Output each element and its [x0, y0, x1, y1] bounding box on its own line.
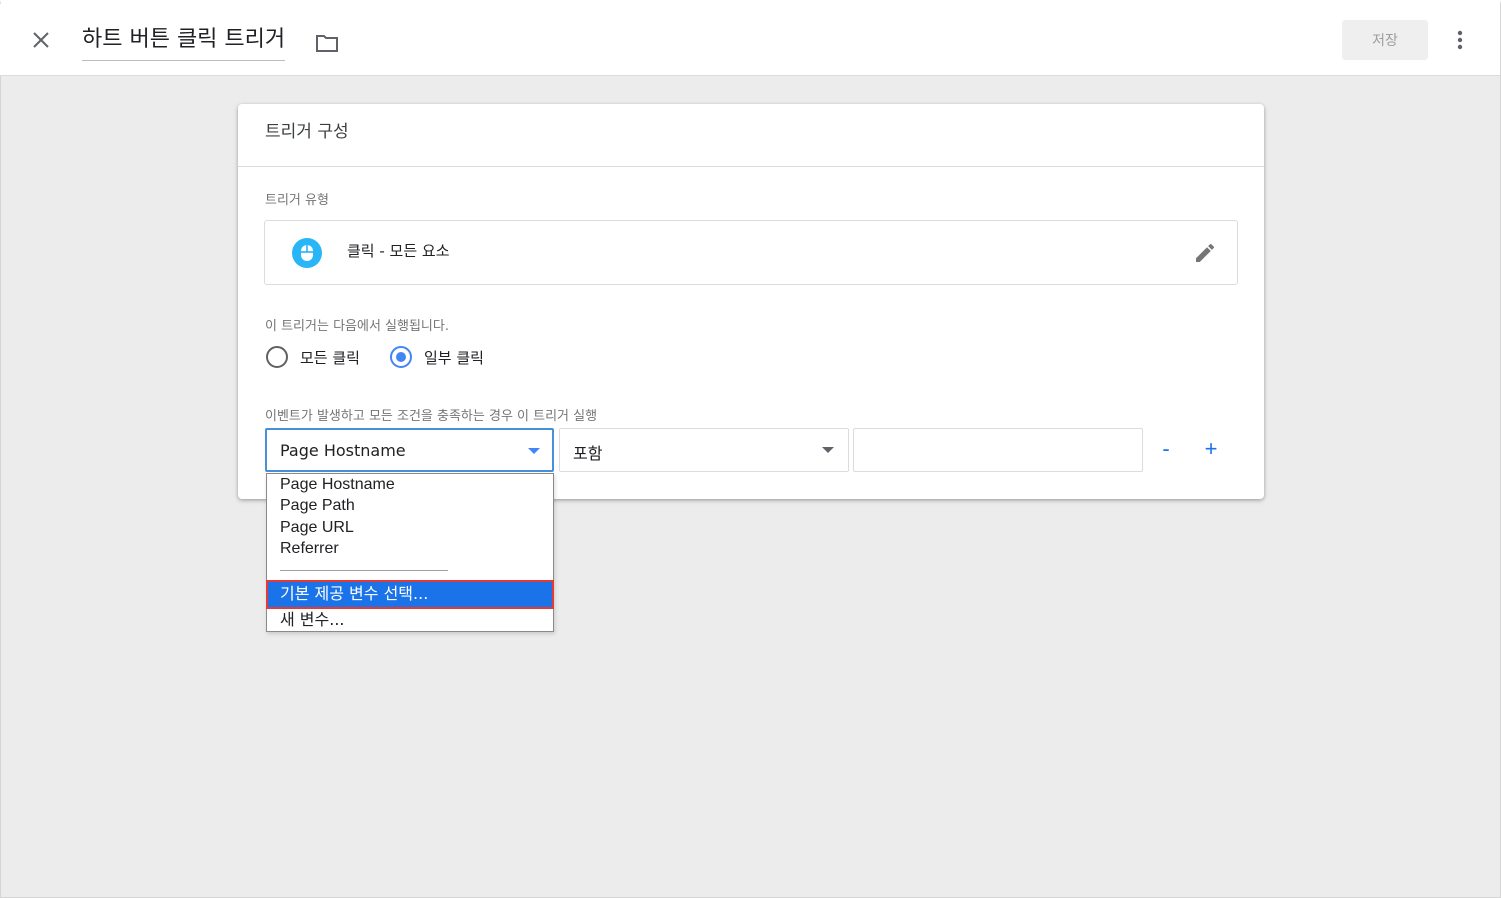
condition-value-input[interactable] — [853, 428, 1143, 472]
operator-select[interactable]: 포함 — [559, 428, 849, 472]
card-heading: 트리거 구성 — [238, 104, 1264, 167]
radio-all-clicks[interactable] — [266, 346, 288, 368]
trigger-config-card: 트리거 구성 트리거 유형 클릭 - 모든 요소 이 트리거는 다음에서 실행됩… — [238, 104, 1264, 499]
remove-condition-button[interactable]: - — [1153, 436, 1179, 462]
trigger-type-label: 트리거 유형 — [265, 193, 329, 208]
variable-dropdown-list: Page Hostname Page Path Page URL Referre… — [266, 473, 554, 632]
variable-select-value: Page Hostname — [280, 441, 406, 460]
dropdown-option-page-path[interactable]: Page Path — [267, 495, 553, 517]
dropdown-option-builtin-variables[interactable]: 기본 제공 변수 선택... — [266, 580, 554, 609]
radio-all-clicks-label: 모든 클릭 — [300, 348, 360, 367]
radio-some-clicks-label: 일부 클릭 — [423, 348, 484, 367]
chevron-down-icon — [822, 447, 834, 453]
mouse-icon — [292, 238, 322, 268]
add-condition-button[interactable]: + — [1198, 436, 1224, 462]
condition-label: 이벤트가 발생하고 모든 조건을 충족하는 경우 이 트리거 실행 — [265, 409, 598, 424]
top-bar: 하트 버튼 클릭 트리거 저장 — [0, 4, 1500, 76]
dropdown-option-page-url[interactable]: Page URL — [267, 517, 553, 539]
trigger-type-box[interactable]: 클릭 - 모든 요소 — [264, 220, 1238, 285]
variable-select[interactable]: Page Hostname — [265, 428, 554, 472]
radio-some-clicks[interactable] — [389, 346, 412, 368]
more-vert-icon[interactable] — [1448, 26, 1472, 54]
pencil-icon[interactable] — [1193, 241, 1217, 265]
dropdown-option-referrer[interactable]: Referrer — [267, 538, 553, 560]
dropdown-option-page-hostname[interactable]: Page Hostname — [267, 474, 553, 496]
trigger-name-title[interactable]: 하트 버튼 클릭 트리거 — [82, 24, 286, 61]
operator-select-value: 포함 — [573, 444, 603, 463]
fires-on-label: 이 트리거는 다음에서 실행됩니다. — [265, 319, 449, 334]
trigger-type-value: 클릭 - 모든 요소 — [347, 242, 450, 260]
dropdown-option-new-variable[interactable]: 새 변수... — [267, 609, 553, 631]
chevron-down-icon — [528, 448, 540, 454]
dropdown-divider — [280, 570, 448, 571]
save-button[interactable]: 저장 — [1342, 20, 1428, 60]
fires-on-radio-group: 모든 클릭 일부 클릭 — [266, 346, 514, 368]
close-icon[interactable] — [27, 26, 55, 54]
folder-icon[interactable] — [312, 28, 342, 58]
